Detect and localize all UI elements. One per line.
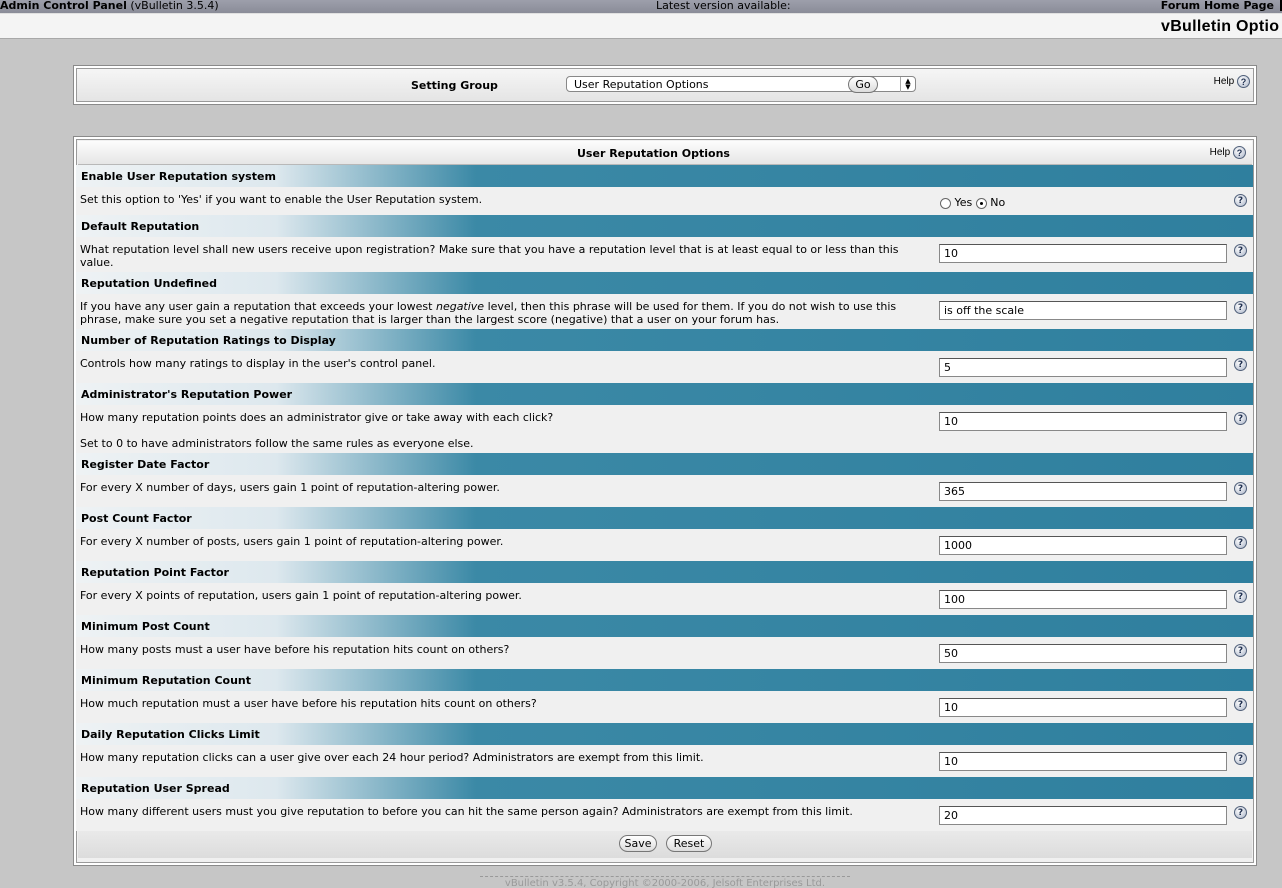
form-footer: Save Reset <box>78 829 1252 858</box>
setting-input[interactable]: 100 <box>939 590 1227 609</box>
page-title: vBulletin Optio <box>1161 18 1280 35</box>
section-header: Post Count Factor <box>76 507 1253 529</box>
setting-input[interactable]: 50 <box>939 644 1227 663</box>
setting-row: For every X number of posts, users gain … <box>76 529 1253 561</box>
setting-description: For every X number of days, users gain 1… <box>80 481 500 494</box>
top-bar: Admin Control Panel (vBulletin 3.5.4) La… <box>0 0 1282 13</box>
setting-input[interactable]: 5 <box>939 358 1227 377</box>
settings-list: Enable User Reputation system Set this o… <box>76 165 1253 831</box>
section-header: Default Reputation <box>76 215 1253 237</box>
help-icon: ? <box>1237 75 1250 88</box>
setting-input[interactable]: 365 <box>939 482 1227 501</box>
radio-no[interactable] <box>975 197 987 209</box>
help-icon: ? <box>1233 146 1246 159</box>
go-button[interactable]: Go <box>848 76 878 93</box>
reset-button[interactable]: Reset <box>666 835 712 852</box>
section-header: Reputation Undefined <box>76 272 1253 294</box>
section-header: Enable User Reputation system <box>76 165 1253 187</box>
help-icon[interactable]: ? <box>1234 536 1247 549</box>
help-icon[interactable]: ? <box>1234 806 1247 819</box>
setting-input[interactable]: 10 <box>939 244 1227 263</box>
setting-row: For every X points of reputation, users … <box>76 583 1253 615</box>
setting-row: How much reputation must a user have bef… <box>76 691 1253 723</box>
help-icon[interactable]: ? <box>1234 482 1247 495</box>
options-header: User Reputation Options Help ? <box>78 141 1252 165</box>
radio-yes[interactable] <box>940 197 951 209</box>
help-icon[interactable]: ? <box>1234 752 1247 765</box>
setting-row: For every X number of days, users gain 1… <box>76 475 1253 507</box>
setting-input[interactable]: 10 <box>939 412 1227 431</box>
save-button[interactable]: Save <box>619 835 657 852</box>
setting-description: How many posts must a user have before h… <box>80 643 510 656</box>
setting-description: How much reputation must a user have bef… <box>80 697 537 710</box>
setting-description: What reputation level shall new users re… <box>80 243 899 269</box>
setting-row: Set this option to 'Yes' if you want to … <box>76 187 1253 215</box>
section-header: Reputation Point Factor <box>76 561 1253 583</box>
setting-input[interactable]: 1000 <box>939 536 1227 555</box>
help-icon[interactable]: ? <box>1234 698 1247 711</box>
setting-group-panel: Setting Group User Reputation Options ▲ ▼… <box>73 65 1257 105</box>
setting-row: What reputation level shall new users re… <box>76 237 1253 272</box>
help-label: Help <box>1213 76 1235 88</box>
section-header: Register Date Factor <box>76 453 1253 475</box>
select-arrows-icon: ▲ ▼ <box>900 77 915 92</box>
app-title: Admin Control Panel (vBulletin 3.5.4) <box>0 0 219 12</box>
section-header: Daily Reputation Clicks Limit <box>76 723 1253 745</box>
setting-row: How many posts must a user have before h… <box>76 637 1253 669</box>
enable-radio-group: Yes No <box>940 196 1005 209</box>
help-icon[interactable]: ? <box>1234 194 1247 207</box>
setting-description: How many different users must you give r… <box>80 805 853 818</box>
setting-description: If you have any user gain a reputation t… <box>80 300 897 326</box>
setting-row: If you have any user gain a reputation t… <box>76 294 1253 329</box>
help-icon[interactable]: ? <box>1234 301 1247 314</box>
setting-note: Set to 0 to have administrators follow t… <box>80 437 474 450</box>
setting-input[interactable]: 20 <box>939 806 1227 825</box>
section-header: Reputation User Spread <box>76 777 1253 799</box>
help-icon[interactable]: ? <box>1234 644 1247 657</box>
title-bar: vBulletin Optio <box>0 13 1282 39</box>
setting-description: For every X points of reputation, users … <box>80 589 522 602</box>
section-header: Minimum Reputation Count <box>76 669 1253 691</box>
latest-version-label: Latest version available: <box>656 0 791 12</box>
help-label: Help <box>1209 147 1231 159</box>
help-icon[interactable]: ? <box>1234 244 1247 257</box>
help-icon[interactable]: ? <box>1234 590 1247 603</box>
section-header: Administrator's Reputation Power <box>76 383 1253 405</box>
setting-input[interactable]: 10 <box>939 752 1227 771</box>
help-icon[interactable]: ? <box>1234 358 1247 371</box>
section-header: Number of Reputation Ratings to Display <box>76 329 1253 351</box>
setting-description: How many reputation clicks can a user gi… <box>80 751 704 764</box>
setting-row: How many different users must you give r… <box>76 799 1253 831</box>
section-header: Minimum Post Count <box>76 615 1253 637</box>
options-title: User Reputation Options <box>577 147 730 160</box>
forum-home-link[interactable]: Forum Home Page <box>1161 0 1274 11</box>
setting-description: How many reputation points does an admin… <box>80 411 554 424</box>
version-label: (vBulletin 3.5.4) <box>130 0 219 12</box>
setting-group-label: Setting Group <box>411 79 498 92</box>
help-icon[interactable]: ? <box>1234 412 1247 425</box>
setting-group-selected: User Reputation Options <box>574 78 709 91</box>
radio-yes-label: Yes <box>954 196 973 209</box>
setting-description: Set this option to 'Yes' if you want to … <box>80 193 483 206</box>
setting-row: How many reputation clicks can a user gi… <box>76 745 1253 777</box>
setting-input[interactable]: 10 <box>939 698 1227 717</box>
setting-row: Controls how many ratings to display in … <box>76 351 1253 383</box>
setting-group-help[interactable]: Help ? <box>1214 75 1250 88</box>
radio-no-label: No <box>990 196 1006 209</box>
setting-row: How many reputation points does an admin… <box>76 405 1253 453</box>
setting-description: For every X number of posts, users gain … <box>80 535 504 548</box>
setting-input[interactable]: is off the scale <box>939 301 1227 320</box>
options-help[interactable]: Help ? <box>1210 146 1246 159</box>
setting-description: Controls how many ratings to display in … <box>80 357 436 370</box>
copyright-footer: vBulletin v3.5.4, Copyright ©2000-2006, … <box>480 876 850 888</box>
